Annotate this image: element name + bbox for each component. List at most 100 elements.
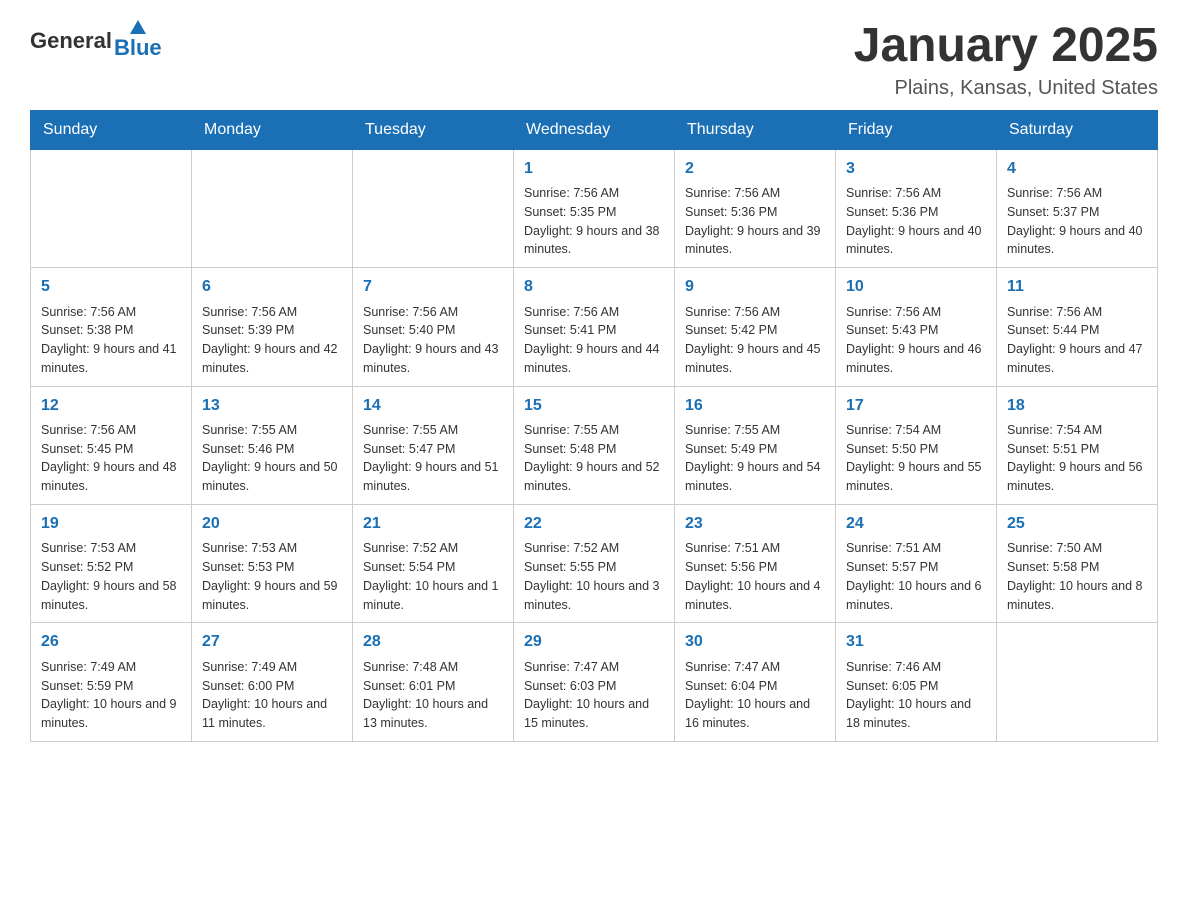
weekday-header-wednesday: Wednesday — [514, 110, 675, 149]
day-info: Sunrise: 7:56 AM Sunset: 5:42 PM Dayligh… — [685, 303, 825, 378]
day-info: Sunrise: 7:55 AM Sunset: 5:47 PM Dayligh… — [363, 421, 503, 496]
title-block: January 2025 Plains, Kansas, United Stat… — [854, 20, 1158, 100]
day-number: 30 — [685, 631, 825, 653]
month-title: January 2025 — [854, 20, 1158, 73]
calendar-day-20: 20 Sunrise: 7:53 AM Sunset: 5:53 PM Dayli… — [192, 504, 353, 622]
logo-general: General — [30, 28, 112, 54]
calendar-day-6: 6Sunrise: 7:56 AM Sunset: 5:39 PM Daylig… — [192, 268, 353, 386]
day-info: Sunrise: 7:56 AM Sunset: 5:41 PM Dayligh… — [524, 303, 664, 378]
day-number: 9 — [685, 276, 825, 298]
day-number: 4 — [1007, 158, 1147, 180]
day-number: 3 — [846, 158, 986, 180]
day-info: Sunrise: 7:48 AM Sunset: 6:01 PM Dayligh… — [363, 658, 503, 733]
day-number: 2 — [685, 158, 825, 180]
weekday-header-row: SundayMondayTuesdayWednesdayThursdayFrid… — [31, 110, 1158, 149]
calendar-week-row: 1 Sunrise: 7:56 AM Sunset: 5:35 PM Daylig… — [31, 149, 1158, 267]
calendar-week-row: 19 Sunrise: 7:53 AM Sunset: 5:52 PM Dayli… — [31, 504, 1158, 622]
day-number: 7 — [363, 276, 503, 298]
calendar-day-7: 7 Sunrise: 7:56 AM Sunset: 5:40 PM Daylig… — [353, 268, 514, 386]
day-number: 28 — [363, 631, 503, 653]
calendar-day-24: 24Sunrise: 7:51 AM Sunset: 5:57 PM Dayli… — [836, 504, 997, 622]
day-number: 10 — [846, 276, 986, 298]
day-info: Sunrise: 7:56 AM Sunset: 5:44 PM Dayligh… — [1007, 303, 1147, 378]
calendar-day-11: 11 Sunrise: 7:56 AM Sunset: 5:44 PM Dayli… — [997, 268, 1158, 386]
calendar-day-21: 21 Sunrise: 7:52 AM Sunset: 5:54 PM Dayli… — [353, 504, 514, 622]
calendar-day-4: 4 Sunrise: 7:56 AM Sunset: 5:37 PM Daylig… — [997, 149, 1158, 267]
day-info: Sunrise: 7:56 AM Sunset: 5:45 PM Dayligh… — [41, 421, 181, 496]
day-info: Sunrise: 7:56 AM Sunset: 5:36 PM Dayligh… — [685, 184, 825, 259]
calendar-day-10: 10Sunrise: 7:56 AM Sunset: 5:43 PM Dayli… — [836, 268, 997, 386]
calendar-day-2: 2 Sunrise: 7:56 AM Sunset: 5:36 PM Daylig… — [675, 149, 836, 267]
day-number: 18 — [1007, 395, 1147, 417]
day-info: Sunrise: 7:47 AM Sunset: 6:04 PM Dayligh… — [685, 658, 825, 733]
day-info: Sunrise: 7:56 AM Sunset: 5:36 PM Dayligh… — [846, 184, 986, 259]
day-info: Sunrise: 7:49 AM Sunset: 5:59 PM Dayligh… — [41, 658, 181, 733]
calendar-day-29: 29 Sunrise: 7:47 AM Sunset: 6:03 PM Dayli… — [514, 623, 675, 741]
day-number: 11 — [1007, 276, 1147, 298]
day-number: 13 — [202, 395, 342, 417]
day-info: Sunrise: 7:53 AM Sunset: 5:53 PM Dayligh… — [202, 539, 342, 614]
calendar-day-28: 28 Sunrise: 7:48 AM Sunset: 6:01 PM Dayli… — [353, 623, 514, 741]
day-info: Sunrise: 7:54 AM Sunset: 5:50 PM Dayligh… — [846, 421, 986, 496]
location-title: Plains, Kansas, United States — [854, 77, 1158, 100]
day-info: Sunrise: 7:51 AM Sunset: 5:57 PM Dayligh… — [846, 539, 986, 614]
weekday-header-thursday: Thursday — [675, 110, 836, 149]
day-info: Sunrise: 7:53 AM Sunset: 5:52 PM Dayligh… — [41, 539, 181, 614]
calendar-day-15: 15 Sunrise: 7:55 AM Sunset: 5:48 PM Dayli… — [514, 386, 675, 504]
calendar-empty-cell — [192, 149, 353, 267]
day-info: Sunrise: 7:50 AM Sunset: 5:58 PM Dayligh… — [1007, 539, 1147, 614]
calendar-day-26: 26 Sunrise: 7:49 AM Sunset: 5:59 PM Dayli… — [31, 623, 192, 741]
day-number: 15 — [524, 395, 664, 417]
day-info: Sunrise: 7:56 AM Sunset: 5:40 PM Dayligh… — [363, 303, 503, 378]
calendar-empty-cell — [997, 623, 1158, 741]
day-number: 31 — [846, 631, 986, 653]
calendar-day-5: 5Sunrise: 7:56 AM Sunset: 5:38 PM Daylig… — [31, 268, 192, 386]
day-number: 27 — [202, 631, 342, 653]
day-number: 5 — [41, 276, 181, 298]
day-number: 12 — [41, 395, 181, 417]
calendar-day-18: 18 Sunrise: 7:54 AM Sunset: 5:51 PM Dayli… — [997, 386, 1158, 504]
day-info: Sunrise: 7:49 AM Sunset: 6:00 PM Dayligh… — [202, 658, 342, 733]
calendar-week-row: 26 Sunrise: 7:49 AM Sunset: 5:59 PM Dayli… — [31, 623, 1158, 741]
day-info: Sunrise: 7:47 AM Sunset: 6:03 PM Dayligh… — [524, 658, 664, 733]
calendar-day-12: 12 Sunrise: 7:56 AM Sunset: 5:45 PM Dayli… — [31, 386, 192, 504]
day-number: 6 — [202, 276, 342, 298]
calendar-day-31: 31Sunrise: 7:46 AM Sunset: 6:05 PM Dayli… — [836, 623, 997, 741]
day-info: Sunrise: 7:56 AM Sunset: 5:35 PM Dayligh… — [524, 184, 664, 259]
calendar-day-1: 1 Sunrise: 7:56 AM Sunset: 5:35 PM Daylig… — [514, 149, 675, 267]
day-info: Sunrise: 7:52 AM Sunset: 5:54 PM Dayligh… — [363, 539, 503, 614]
day-info: Sunrise: 7:55 AM Sunset: 5:48 PM Dayligh… — [524, 421, 664, 496]
day-number: 23 — [685, 513, 825, 535]
calendar-day-22: 22Sunrise: 7:52 AM Sunset: 5:55 PM Dayli… — [514, 504, 675, 622]
calendar-table: SundayMondayTuesdayWednesdayThursdayFrid… — [30, 110, 1158, 742]
day-info: Sunrise: 7:52 AM Sunset: 5:55 PM Dayligh… — [524, 539, 664, 614]
weekday-header-tuesday: Tuesday — [353, 110, 514, 149]
calendar-day-13: 13Sunrise: 7:55 AM Sunset: 5:46 PM Dayli… — [192, 386, 353, 504]
calendar-week-row: 12 Sunrise: 7:56 AM Sunset: 5:45 PM Dayli… — [31, 386, 1158, 504]
calendar-week-row: 5Sunrise: 7:56 AM Sunset: 5:38 PM Daylig… — [31, 268, 1158, 386]
calendar-day-14: 14Sunrise: 7:55 AM Sunset: 5:47 PM Dayli… — [353, 386, 514, 504]
day-number: 1 — [524, 158, 664, 180]
day-info: Sunrise: 7:55 AM Sunset: 5:49 PM Dayligh… — [685, 421, 825, 496]
day-number: 26 — [41, 631, 181, 653]
day-number: 21 — [363, 513, 503, 535]
weekday-header-monday: Monday — [192, 110, 353, 149]
calendar-day-25: 25Sunrise: 7:50 AM Sunset: 5:58 PM Dayli… — [997, 504, 1158, 622]
calendar-day-19: 19 Sunrise: 7:53 AM Sunset: 5:52 PM Dayli… — [31, 504, 192, 622]
day-number: 19 — [41, 513, 181, 535]
day-number: 8 — [524, 276, 664, 298]
logo-blue: Blue — [114, 35, 162, 61]
calendar-day-16: 16Sunrise: 7:55 AM Sunset: 5:49 PM Dayli… — [675, 386, 836, 504]
weekday-header-sunday: Sunday — [31, 110, 192, 149]
day-info: Sunrise: 7:54 AM Sunset: 5:51 PM Dayligh… — [1007, 421, 1147, 496]
calendar-day-30: 30 Sunrise: 7:47 AM Sunset: 6:04 PM Dayli… — [675, 623, 836, 741]
calendar-empty-cell — [353, 149, 514, 267]
page-header: General Blue January 2025 Plains, Kansas… — [30, 20, 1158, 100]
calendar-empty-cell — [31, 149, 192, 267]
day-number: 20 — [202, 513, 342, 535]
calendar-day-8: 8 Sunrise: 7:56 AM Sunset: 5:41 PM Daylig… — [514, 268, 675, 386]
day-info: Sunrise: 7:51 AM Sunset: 5:56 PM Dayligh… — [685, 539, 825, 614]
day-number: 29 — [524, 631, 664, 653]
day-info: Sunrise: 7:56 AM Sunset: 5:37 PM Dayligh… — [1007, 184, 1147, 259]
day-number: 17 — [846, 395, 986, 417]
